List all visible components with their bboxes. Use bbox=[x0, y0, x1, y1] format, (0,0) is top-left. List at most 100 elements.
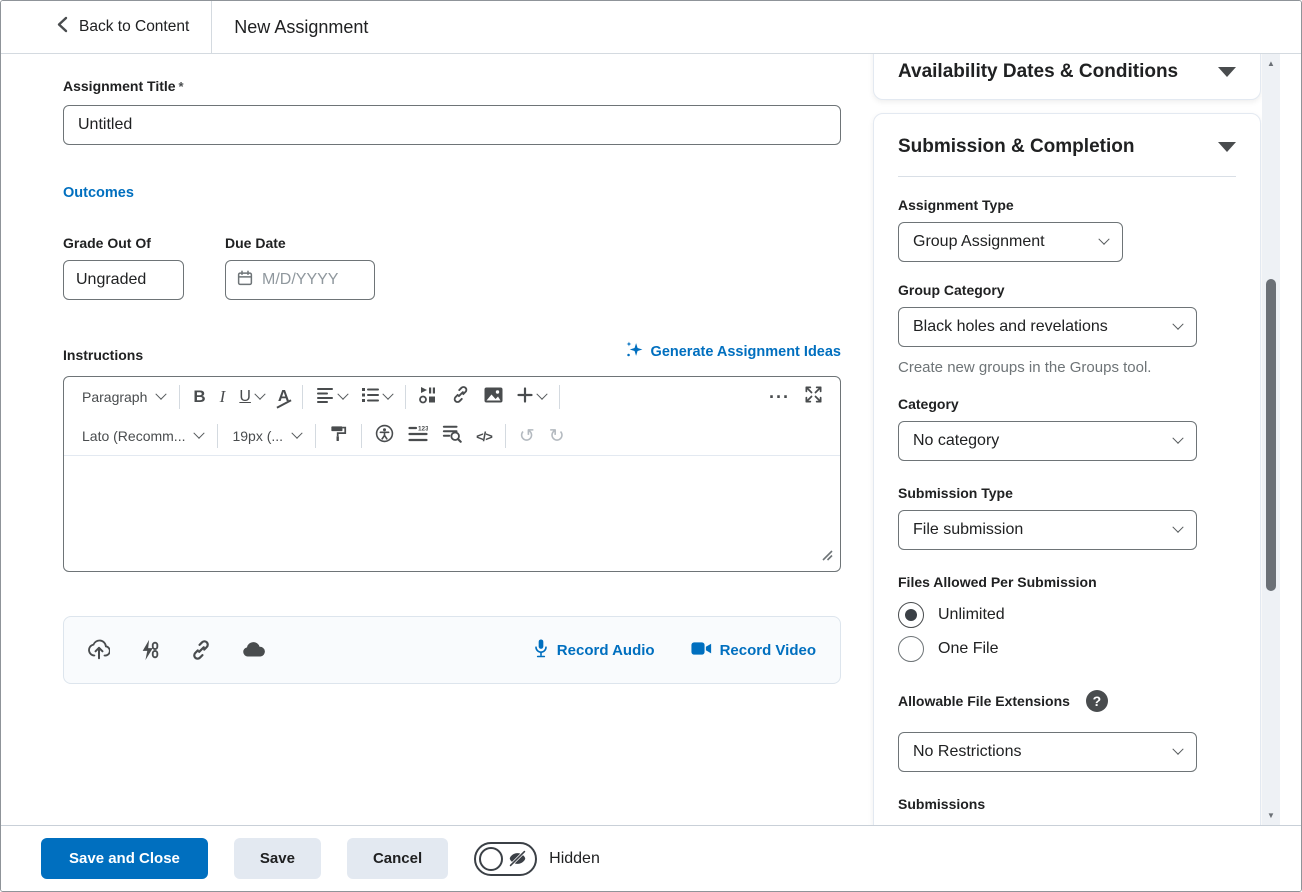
file-upload-button[interactable] bbox=[88, 639, 110, 661]
page-title: New Assignment bbox=[234, 17, 368, 38]
microphone-icon bbox=[533, 638, 549, 663]
weblink-button[interactable] bbox=[190, 639, 212, 661]
cloud-storage-button[interactable] bbox=[242, 641, 266, 659]
save-button[interactable]: Save bbox=[234, 838, 321, 879]
help-icon[interactable]: ? bbox=[1086, 690, 1108, 712]
save-and-close-button[interactable]: Save and Close bbox=[41, 838, 208, 879]
insert-link-button[interactable] bbox=[444, 381, 477, 413]
insert-stuff-button[interactable] bbox=[412, 382, 444, 413]
back-to-content-link[interactable]: Back to Content bbox=[55, 16, 189, 38]
link-icon bbox=[451, 385, 470, 409]
submission-type-select[interactable]: File submission bbox=[898, 510, 1197, 550]
scrollbar-thumb[interactable] bbox=[1266, 279, 1276, 591]
sidebar-scrollbar[interactable]: ▲ ▼ bbox=[1262, 54, 1280, 825]
grade-out-of-input[interactable] bbox=[63, 260, 184, 300]
chevron-down-icon bbox=[1098, 234, 1109, 245]
cloud-icon bbox=[242, 641, 266, 659]
due-date-field[interactable] bbox=[225, 260, 375, 300]
insert-image-button[interactable] bbox=[477, 383, 510, 412]
scroll-down-arrow[interactable]: ▼ bbox=[1262, 811, 1280, 820]
allowable-extensions-label: Allowable File Extensions bbox=[898, 693, 1070, 709]
radio-label: Unlimited bbox=[938, 606, 1005, 624]
due-date-input[interactable] bbox=[262, 271, 362, 289]
record-video-label: Record Video bbox=[720, 642, 816, 659]
insert-more-button[interactable] bbox=[510, 383, 553, 412]
chevron-down-icon bbox=[254, 389, 265, 400]
accessibility-check-button[interactable] bbox=[368, 420, 401, 452]
align-button[interactable] bbox=[309, 383, 354, 412]
redo-button[interactable]: ↻ bbox=[542, 421, 572, 452]
underline-button[interactable]: U bbox=[232, 384, 271, 410]
font-family-dropdown[interactable]: Lato (Recomm... bbox=[74, 424, 211, 448]
toggle-switch[interactable] bbox=[474, 842, 537, 876]
submission-card: Submission & Completion Assignment Type … bbox=[873, 113, 1261, 825]
insert-stuff-icon bbox=[419, 386, 437, 409]
collapse-triangle-icon bbox=[1218, 67, 1236, 77]
toolbar-separator bbox=[302, 385, 303, 409]
preview-button[interactable] bbox=[435, 420, 469, 452]
italic-button[interactable]: I bbox=[213, 383, 233, 411]
group-category-select[interactable]: Black holes and revelations bbox=[898, 307, 1197, 347]
assignment-title-input[interactable] bbox=[63, 105, 841, 145]
availability-card-header[interactable]: Availability Dates & Conditions bbox=[898, 61, 1236, 83]
record-video-button[interactable]: Record Video bbox=[691, 641, 816, 660]
assignment-type-label: Assignment Type bbox=[898, 197, 1236, 213]
word-count-button[interactable]: 123 bbox=[401, 421, 435, 451]
word-count-icon: 123 bbox=[408, 425, 428, 447]
align-icon bbox=[316, 387, 334, 408]
generate-assignment-ideas-link[interactable]: Generate Assignment Ideas bbox=[625, 340, 841, 363]
undo-button[interactable]: ↺ bbox=[512, 421, 542, 452]
paragraph-style-value: Paragraph bbox=[82, 389, 147, 405]
assignment-form: Assignment Title* Outcomes Grade Out Of … bbox=[1, 54, 873, 825]
upload-cloud-icon bbox=[88, 639, 110, 661]
allowable-extensions-value: No Restrictions bbox=[913, 743, 1021, 761]
grade-due-row: Grade Out Of Due Date bbox=[63, 235, 873, 300]
font-size-dropdown[interactable]: 19px (... bbox=[224, 424, 309, 448]
back-chevron-icon bbox=[55, 16, 70, 38]
instructions-text-area[interactable] bbox=[64, 455, 840, 571]
font-size-value: 19px (... bbox=[232, 428, 283, 444]
app-window: Back to Content New Assignment Assignmen… bbox=[0, 0, 1302, 892]
toolbar-separator bbox=[315, 424, 316, 448]
calendar-icon bbox=[236, 269, 254, 292]
paragraph-style-dropdown[interactable]: Paragraph bbox=[74, 385, 173, 409]
files-allowed-option-one-file[interactable]: One File bbox=[898, 636, 1236, 662]
quicklink-button[interactable] bbox=[140, 639, 160, 661]
category-label: Category bbox=[898, 396, 1236, 412]
generate-ideas-label: Generate Assignment Ideas bbox=[651, 344, 841, 360]
more-actions-button[interactable]: ··· bbox=[762, 383, 797, 412]
source-code-button[interactable]: </> bbox=[469, 425, 499, 448]
instructions-editor: Paragraph B I U A bbox=[63, 376, 841, 572]
submission-card-header[interactable]: Submission & Completion bbox=[898, 136, 1236, 158]
accessibility-icon bbox=[375, 424, 394, 448]
outcomes-link[interactable]: Outcomes bbox=[63, 185, 134, 201]
chevron-down-icon bbox=[291, 428, 302, 439]
category-select[interactable]: No category bbox=[898, 421, 1197, 461]
bold-button[interactable]: B bbox=[186, 383, 212, 411]
top-header: Back to Content New Assignment bbox=[1, 1, 1301, 54]
group-category-label: Group Category bbox=[898, 282, 1236, 298]
cancel-button[interactable]: Cancel bbox=[347, 838, 448, 879]
list-button[interactable] bbox=[354, 383, 399, 412]
card-divider bbox=[898, 176, 1236, 177]
fullscreen-button[interactable] bbox=[797, 381, 830, 413]
chain-link-icon bbox=[190, 639, 212, 661]
availability-card-title: Availability Dates & Conditions bbox=[898, 61, 1178, 83]
eye-slash-icon bbox=[508, 850, 527, 867]
video-camera-icon bbox=[691, 641, 712, 660]
italic-icon: I bbox=[220, 387, 226, 407]
visibility-toggle[interactable]: Hidden bbox=[474, 842, 600, 876]
resize-handle[interactable] bbox=[821, 548, 833, 566]
record-audio-button[interactable]: Record Audio bbox=[533, 638, 655, 663]
files-allowed-option-unlimited[interactable]: Unlimited bbox=[898, 602, 1236, 628]
due-date-label: Due Date bbox=[225, 235, 375, 251]
allowable-extensions-select[interactable]: No Restrictions bbox=[898, 732, 1197, 772]
redo-icon: ↻ bbox=[549, 425, 565, 448]
format-painter-button[interactable] bbox=[322, 420, 355, 452]
scroll-up-arrow[interactable]: ▲ bbox=[1262, 59, 1280, 68]
chevron-down-icon bbox=[156, 389, 167, 400]
font-color-button[interactable]: A bbox=[271, 384, 297, 410]
assignment-type-select[interactable]: Group Assignment bbox=[898, 222, 1123, 262]
group-category-helper-text: Create new groups in the Groups tool. bbox=[898, 359, 1236, 376]
chevron-down-icon bbox=[1172, 522, 1183, 533]
